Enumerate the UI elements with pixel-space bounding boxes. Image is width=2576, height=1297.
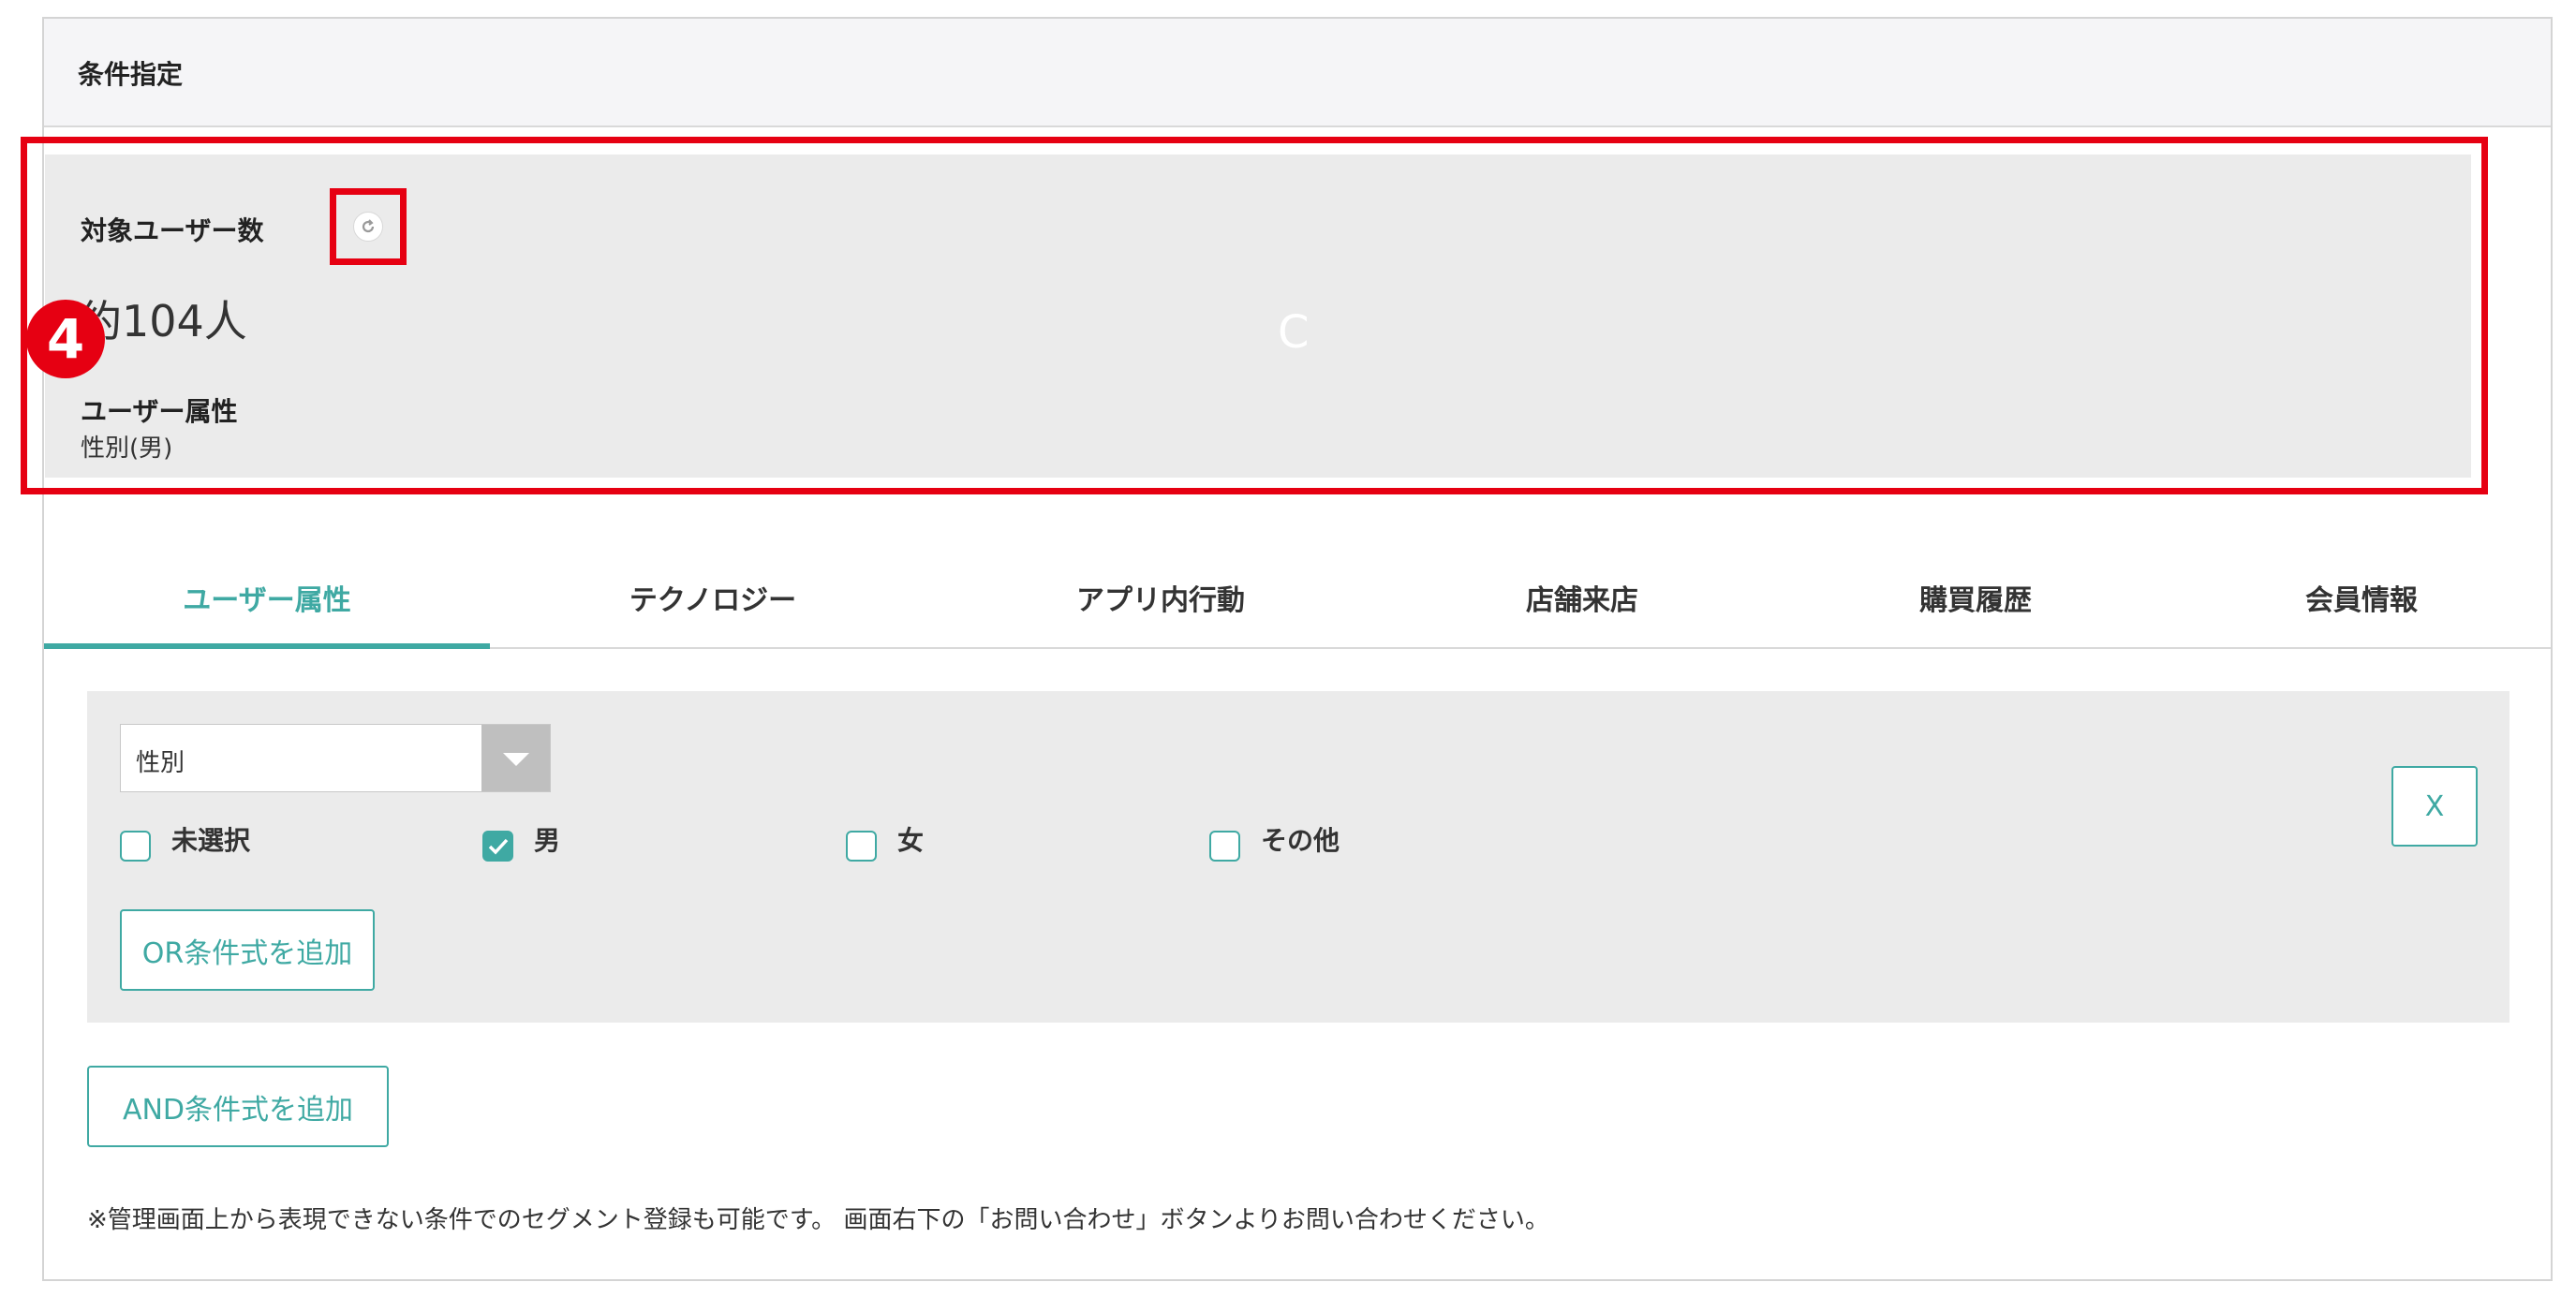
condition-tabs: ユーザー属性 テクノロジー アプリ内行動 店舗来店 購買履歴 会員情報 [44, 548, 2551, 649]
footnote: ※管理画面上から表現できない条件でのセグメント登録も可能です。 画面右下の「お問… [87, 1206, 1549, 1234]
checkbox-female[interactable] [846, 830, 877, 862]
option-other[interactable]: その他 [1209, 820, 1340, 862]
panel-header: 条件指定 [44, 19, 2551, 127]
add-and-condition-button[interactable]: AND条件式を追加 [87, 1066, 389, 1147]
chevron-down-icon [481, 725, 550, 791]
option-label: 女 [897, 825, 925, 856]
tab-user-attributes[interactable]: ユーザー属性 [44, 548, 490, 647]
tab-store-visits[interactable]: 店舗来店 [1385, 548, 1779, 647]
option-label: その他 [1261, 825, 1340, 856]
checkbox-male[interactable] [482, 830, 513, 862]
refresh-highlight-frame [330, 188, 407, 265]
ghost-text: C [1278, 306, 1310, 359]
option-label: 未選択 [171, 825, 251, 856]
option-unselected[interactable]: 未選択 [120, 820, 251, 862]
tab-technology[interactable]: テクノロジー [490, 548, 936, 647]
tab-in-app-behavior[interactable]: アプリ内行動 [936, 548, 1385, 647]
condition-block: 性別 未選択 男 女 その他 X OR条件式を追加 [87, 691, 2509, 1023]
panel-title: 条件指定 [78, 59, 184, 90]
checkbox-other[interactable] [1209, 830, 1240, 862]
add-or-condition-button[interactable]: OR条件式を追加 [120, 909, 375, 991]
attribute-select-value: 性別 [136, 749, 185, 777]
option-male[interactable]: 男 [482, 820, 561, 862]
option-female[interactable]: 女 [846, 820, 925, 862]
target-summary: 対象ユーザー数 約104人 C ユーザー属性 性別(男) [45, 155, 2471, 478]
attributes-value: 性別(男) [81, 435, 173, 463]
remove-condition-button[interactable]: X [2391, 766, 2478, 847]
attributes-label: ユーザー属性 [81, 396, 238, 427]
step-number-badge: 4 [26, 300, 105, 378]
attribute-select[interactable]: 性別 [120, 724, 551, 792]
refresh-icon[interactable] [353, 212, 383, 242]
option-label: 男 [534, 825, 561, 856]
active-tab-indicator [44, 643, 490, 649]
tab-member-info[interactable]: 会員情報 [2172, 548, 2551, 647]
checkbox-unselected[interactable] [120, 830, 151, 862]
check-icon [488, 838, 509, 855]
tab-purchase-history[interactable]: 購買履歴 [1779, 548, 2172, 647]
target-users-label: 対象ユーザー数 [81, 215, 264, 246]
